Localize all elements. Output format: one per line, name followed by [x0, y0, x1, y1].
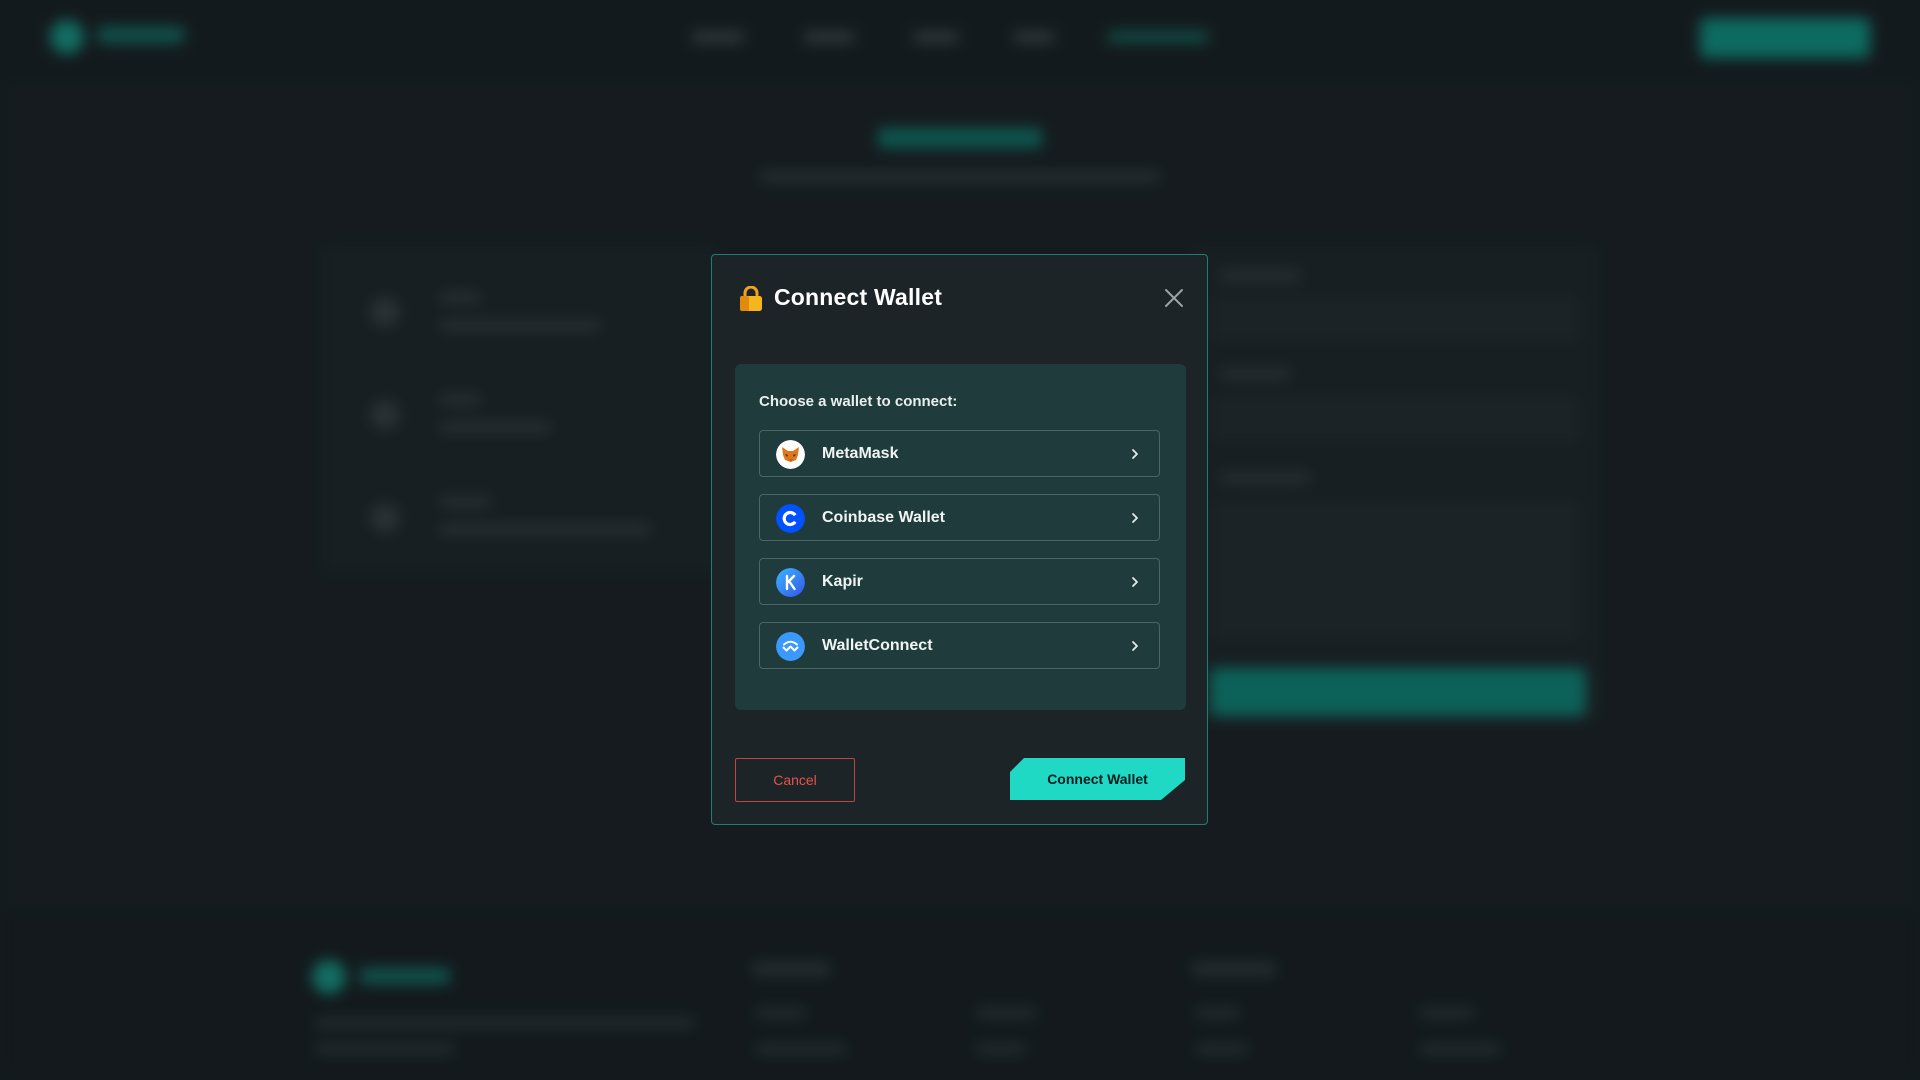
- wallet-list-panel: Choose a wallet to connect: MetaMask Coi…: [735, 364, 1186, 710]
- wallet-option-label: Coinbase Wallet: [822, 509, 945, 526]
- metamask-fox-icon: [776, 440, 805, 469]
- connect-wallet-modal: Connect Wallet Choose a wallet to connec…: [711, 254, 1208, 825]
- cancel-button[interactable]: Cancel: [735, 758, 855, 802]
- wallet-option-metamask[interactable]: MetaMask: [759, 430, 1160, 477]
- wallet-option-label: WalletConnect: [822, 637, 933, 654]
- connect-wallet-button[interactable]: Connect Wallet: [1010, 758, 1185, 800]
- modal-title: Connect Wallet: [774, 284, 943, 310]
- wallet-list-prompt: Choose a wallet to connect:: [759, 393, 958, 410]
- coinbase-icon: [776, 504, 805, 533]
- wallet-option-coinbase[interactable]: Coinbase Wallet: [759, 494, 1160, 541]
- kapir-icon: [776, 568, 805, 597]
- wallet-option-walletconnect[interactable]: WalletConnect: [759, 622, 1160, 669]
- chevron-right-icon: [1132, 513, 1138, 523]
- chevron-right-icon: [1132, 449, 1138, 459]
- wallet-option-kapir[interactable]: Kapir: [759, 558, 1160, 605]
- chevron-right-icon: [1132, 577, 1138, 587]
- chevron-right-icon: [1132, 641, 1138, 651]
- lock-icon: [740, 286, 762, 311]
- wallet-option-label: Kapir: [822, 573, 863, 590]
- wallet-option-label: MetaMask: [822, 445, 899, 462]
- close-icon[interactable]: [1161, 285, 1187, 311]
- walletconnect-icon: [776, 632, 805, 661]
